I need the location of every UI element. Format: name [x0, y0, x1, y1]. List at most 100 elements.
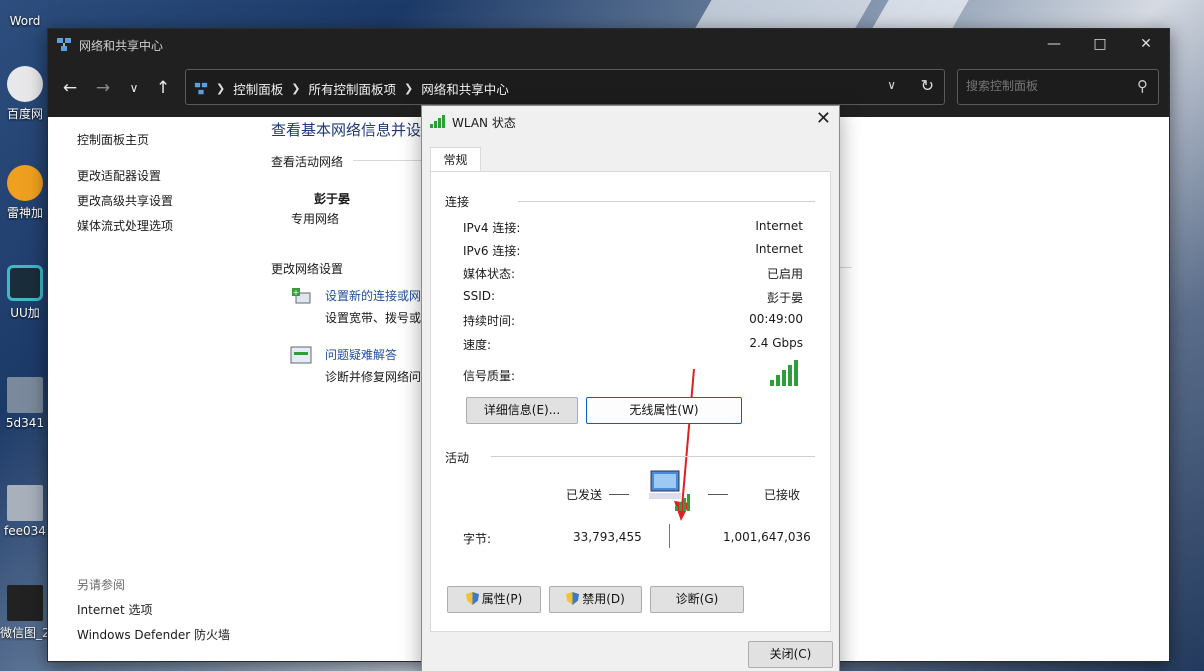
- disable-button[interactable]: 禁用(D): [549, 586, 642, 613]
- bytes-divider: [669, 524, 670, 548]
- network-computer-icon: [649, 470, 690, 511]
- forward-arrow-icon[interactable]: →: [91, 77, 115, 101]
- received-line: [708, 494, 728, 495]
- sent-line: [609, 494, 629, 495]
- nav-control-panel-home[interactable]: 控制面板主页: [77, 131, 149, 148]
- task-troubleshoot[interactable]: 问题疑难解答: [325, 346, 397, 363]
- close-window-button[interactable]: ✕: [1123, 29, 1169, 61]
- media-state-label: 媒体状态:: [463, 267, 516, 281]
- section-divider: [838, 267, 852, 268]
- up-arrow-icon[interactable]: ↑: [151, 77, 175, 101]
- image-file-icon: [7, 377, 43, 413]
- task-setup-desc: 设置宽带、拨号或: [325, 311, 422, 325]
- active-networks-title: 查看活动网络: [271, 155, 344, 169]
- network-icon: [57, 38, 71, 51]
- signal-quality-icon: [770, 360, 798, 386]
- info-row: 速度: 2.4 Gbps: [463, 336, 803, 354]
- change-settings-title: 更改网络设置: [271, 262, 344, 276]
- close-icon[interactable]: ✕: [816, 108, 831, 129]
- troubleshoot-icon: [290, 346, 312, 364]
- leishen-app-icon: [7, 165, 43, 201]
- desktop-icon-uu[interactable]: UU加: [0, 265, 50, 321]
- section-divider: [518, 201, 815, 202]
- desktop-icon-file-fee[interactable]: fee034: [0, 485, 50, 538]
- nav-change-adapter-settings[interactable]: 更改适配器设置: [77, 167, 161, 184]
- desktop-icon-label: 雷神加: [6, 206, 43, 220]
- xiaoheihe-logo-icon: [1036, 616, 1064, 648]
- info-row: IPv6 连接: Internet: [463, 242, 803, 260]
- refresh-icon[interactable]: ↻: [921, 76, 934, 95]
- desktop-icon-file-5d[interactable]: 5d341: [0, 377, 50, 430]
- ipv6-label: IPv6 连接:: [463, 244, 521, 258]
- duration-value: 00:49:00: [749, 312, 803, 326]
- network-type: 专用网络: [291, 212, 340, 226]
- desktop-icon-label: 微信图_2025: [0, 626, 50, 640]
- connection-section-title: 连接: [445, 195, 470, 209]
- properties-button[interactable]: 属性(P): [447, 586, 541, 613]
- bytes-sent-value: 33,793,455: [573, 530, 642, 544]
- back-arrow-icon[interactable]: ←: [58, 77, 82, 101]
- wireless-properties-button[interactable]: 无线属性(W): [586, 397, 742, 424]
- desktop-icon-baidu[interactable]: 百度网: [0, 66, 50, 122]
- desktop-icon-label: UU加: [10, 306, 40, 320]
- desktop-icon-leishen[interactable]: 雷神加: [0, 165, 50, 221]
- properties-button-label: 属性(P): [481, 592, 523, 606]
- speed-label: 速度:: [463, 338, 492, 352]
- see-also-title: 另请参阅: [77, 578, 126, 592]
- info-row: 信号质量:: [463, 367, 803, 385]
- title-bar[interactable]: 网络和共享中心 — □ ✕: [48, 29, 1169, 61]
- chevron-down-icon[interactable]: ∨: [122, 77, 146, 101]
- close-button[interactable]: 关闭(C): [748, 641, 833, 668]
- nav-media-streaming-options[interactable]: 媒体流式处理选项: [77, 217, 173, 234]
- breadcrumb-separator: ❯: [291, 82, 301, 95]
- sent-label: 已发送: [566, 488, 603, 502]
- search-box[interactable]: ⚲: [957, 69, 1159, 105]
- breadcrumb-control-panel[interactable]: 控制面板: [233, 79, 283, 98]
- image-file-icon: [7, 485, 43, 521]
- info-row: SSID: 彭于晏: [463, 289, 803, 307]
- signal-bar: [776, 375, 780, 386]
- breadcrumb-network-center[interactable]: 网络和共享中心: [421, 79, 509, 98]
- info-row: IPv4 连接: Internet: [463, 219, 803, 237]
- search-icon[interactable]: ⚲: [1137, 77, 1148, 95]
- nav-internet-options[interactable]: Internet 选项: [77, 601, 152, 618]
- ipv4-label: IPv4 连接:: [463, 221, 521, 235]
- address-dropdown-icon[interactable]: ∨: [887, 78, 896, 92]
- signal-bar: [770, 380, 774, 386]
- diagnose-button[interactable]: 诊断(G): [650, 586, 744, 613]
- uac-shield-icon: [465, 592, 479, 605]
- nav-windows-defender-firewall[interactable]: Windows Defender 防火墙: [77, 626, 230, 643]
- media-state-value: 已启用: [766, 267, 803, 281]
- minimize-button[interactable]: —: [1031, 29, 1077, 61]
- search-input[interactable]: [966, 79, 1126, 93]
- network-name: 彭于晏: [314, 192, 351, 206]
- duration-label: 持续时间:: [463, 314, 516, 328]
- breadcrumb-separator: ❯: [216, 82, 226, 95]
- wifi-signal-icon: [430, 115, 445, 128]
- tab-general[interactable]: 常规: [430, 147, 481, 173]
- desktop-icon-label: fee034: [4, 524, 46, 538]
- section-divider: [491, 456, 815, 457]
- page-heading: 查看基本网络信息并设: [271, 121, 422, 139]
- ipv6-value: Internet: [755, 242, 803, 256]
- nav-change-advanced-sharing[interactable]: 更改高级共享设置: [77, 192, 173, 209]
- task-setup-new-connection[interactable]: 设置新的连接或网: [325, 287, 421, 304]
- desktop-icon-wechat-image[interactable]: 微信图_2025: [0, 585, 50, 641]
- general-tab-panel: 连接 IPv4 连接: Internet IPv6 连接: Internet 媒体状…: [430, 171, 831, 632]
- ssid-label: SSID:: [463, 289, 496, 303]
- watermark: 小黑盒: [1030, 612, 1180, 652]
- disable-button-label: 禁用(D): [582, 592, 625, 606]
- watermark-text: 小黑盒: [1074, 624, 1155, 652]
- info-row: 持续时间: 00:49:00: [463, 312, 803, 330]
- breadcrumb-separator: ❯: [403, 82, 414, 95]
- address-bar[interactable]: ❯ 控制面板 ❯ 所有控制面板项 ❯ 网络和共享中心 ∨ ↻: [185, 69, 945, 105]
- signal-quality-label: 信号质量:: [463, 369, 516, 383]
- breadcrumb-all-items[interactable]: 所有控制面板项: [308, 79, 396, 98]
- baidu-app-icon: [7, 66, 43, 102]
- signal-bar: [782, 370, 786, 386]
- details-button[interactable]: 详细信息(E)...: [466, 397, 578, 424]
- control-panel-icon: [194, 82, 208, 94]
- desktop-icon-word[interactable]: Word: [0, 0, 50, 28]
- maximize-button[interactable]: □: [1077, 29, 1123, 61]
- speed-value: 2.4 Gbps: [749, 336, 803, 350]
